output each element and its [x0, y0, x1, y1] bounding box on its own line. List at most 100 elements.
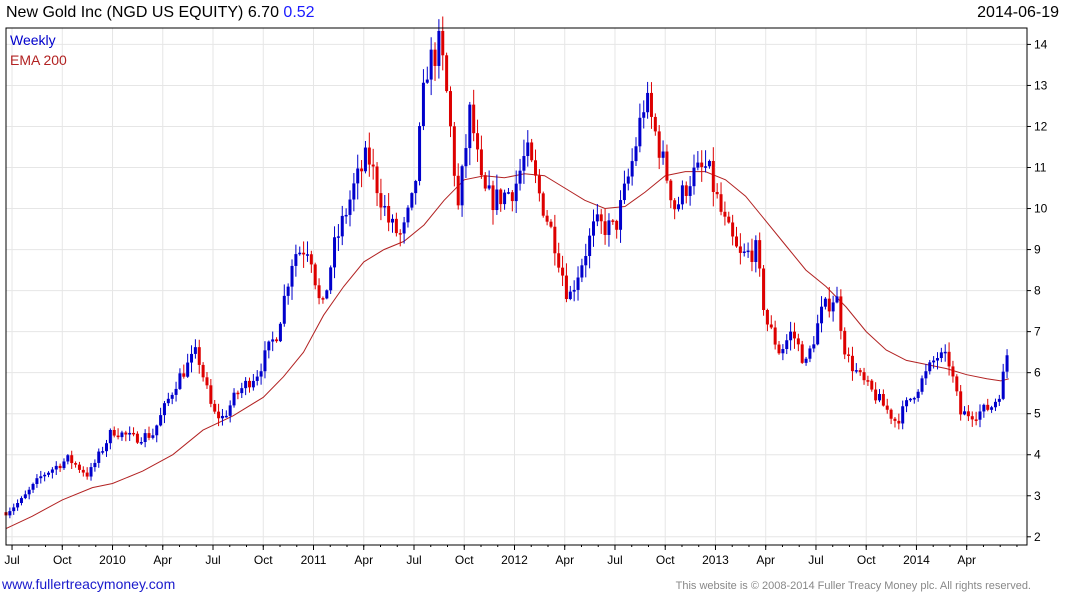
- weekly-body: [684, 185, 688, 196]
- weekly-body: [31, 483, 35, 490]
- weekly-body: [89, 467, 93, 477]
- weekly-body: [391, 218, 395, 223]
- weekly-body: [514, 183, 518, 202]
- weekly-body: [564, 275, 568, 299]
- weekly-body: [499, 189, 503, 205]
- weekly-body: [375, 166, 379, 194]
- weekly-body: [363, 147, 367, 172]
- weekly-body: [769, 324, 773, 328]
- x-tick-label: Oct: [254, 553, 273, 567]
- weekly-body: [182, 373, 186, 377]
- weekly-body: [487, 185, 491, 189]
- site-link[interactable]: www.fullertreacymoney.com: [2, 576, 175, 592]
- weekly-body: [982, 404, 986, 412]
- weekly-body: [159, 415, 163, 426]
- weekly-body: [433, 49, 437, 66]
- weekly-body: [147, 433, 151, 438]
- y-tick-label: 11: [1034, 161, 1047, 175]
- weekly-body: [406, 207, 410, 223]
- weekly-body: [974, 419, 978, 421]
- weekly-body: [692, 167, 696, 187]
- weekly-body: [653, 116, 657, 132]
- weekly-body: [599, 214, 603, 222]
- weekly-body: [506, 192, 510, 194]
- weekly-body: [905, 400, 909, 407]
- weekly-body: [47, 472, 51, 475]
- x-tick-label: Jul: [406, 553, 421, 567]
- weekly-body: [812, 344, 816, 349]
- ema-200-line: [5, 171, 1010, 530]
- weekly-body: [568, 291, 572, 299]
- weekly-body: [132, 432, 136, 435]
- weekly-body: [344, 214, 348, 217]
- legend-layer: Weekly EMA 200: [10, 32, 67, 68]
- x-tick-label: Oct: [53, 553, 72, 567]
- weekly-body: [762, 268, 766, 310]
- weekly-body: [804, 358, 808, 363]
- weekly-body: [897, 420, 901, 424]
- weekly-body: [738, 246, 742, 253]
- x-tick-label: Oct: [656, 553, 675, 567]
- x-tick-label: Jul: [205, 553, 220, 567]
- weekly-body: [251, 380, 255, 388]
- weekly-body: [190, 353, 194, 363]
- weekly-body: [271, 339, 275, 342]
- weekly-body: [143, 433, 147, 443]
- weekly-body: [19, 498, 23, 504]
- weekly-body: [661, 151, 665, 158]
- axis-layer: 2 3 4 5 6 7 8 9 10 11 12 13 14 Jul Oct 2010 Apr Jul Oct 201…: [4, 27, 1048, 567]
- weekly-body: [414, 181, 418, 194]
- weekly-body: [862, 372, 866, 381]
- weekly-body: [603, 221, 607, 235]
- weekly-body: [201, 364, 205, 378]
- weekly-body: [398, 233, 402, 235]
- bars-layer: [4, 16, 1009, 519]
- weekly-body: [622, 183, 626, 201]
- copyright-notice: This website is © 2008-2014 Fuller Treac…: [675, 580, 1031, 592]
- weekly-body: [746, 250, 750, 253]
- weekly-body: [835, 296, 839, 303]
- weekly-body: [209, 385, 213, 404]
- weekly-body: [495, 189, 499, 211]
- weekly-body: [43, 474, 47, 477]
- weekly-body: [789, 331, 793, 341]
- weekly-body: [758, 240, 762, 269]
- weekly-body: [259, 371, 263, 377]
- weekly-body: [135, 433, 139, 443]
- weekly-body: [777, 344, 781, 354]
- weekly-body: [820, 306, 824, 324]
- weekly-body: [460, 166, 464, 206]
- weekly-body: [935, 358, 939, 361]
- ema-layer: [5, 171, 1010, 530]
- weekly-body: [166, 398, 170, 404]
- weekly-body: [943, 351, 947, 354]
- y-tick-label: 12: [1034, 119, 1048, 133]
- weekly-body: [410, 193, 414, 208]
- weekly-body: [290, 265, 294, 287]
- weekly-body: [325, 290, 329, 299]
- weekly-body: [750, 250, 754, 262]
- weekly-body: [781, 349, 785, 354]
- weekly-body: [893, 418, 897, 421]
- weekly-body: [66, 455, 70, 462]
- weekly-body: [576, 277, 580, 290]
- weekly-body: [885, 405, 889, 410]
- weekly-body: [483, 175, 487, 189]
- weekly-body: [275, 339, 279, 342]
- weekly-body: [850, 355, 854, 372]
- weekly-body: [317, 285, 321, 299]
- weekly-body: [479, 149, 483, 176]
- weekly-body: [808, 348, 812, 359]
- x-tick-label: Apr: [153, 553, 172, 567]
- weekly-body: [50, 469, 54, 473]
- weekly-body: [518, 170, 522, 184]
- weekly-body: [595, 214, 599, 222]
- weekly-body: [367, 147, 371, 165]
- weekly-body: [993, 401, 997, 408]
- weekly-body: [634, 146, 638, 162]
- weekly-body: [823, 298, 827, 307]
- weekly-body: [193, 347, 197, 354]
- weekly-body: [847, 354, 851, 356]
- weekly-body: [723, 211, 727, 217]
- weekly-body: [97, 451, 101, 463]
